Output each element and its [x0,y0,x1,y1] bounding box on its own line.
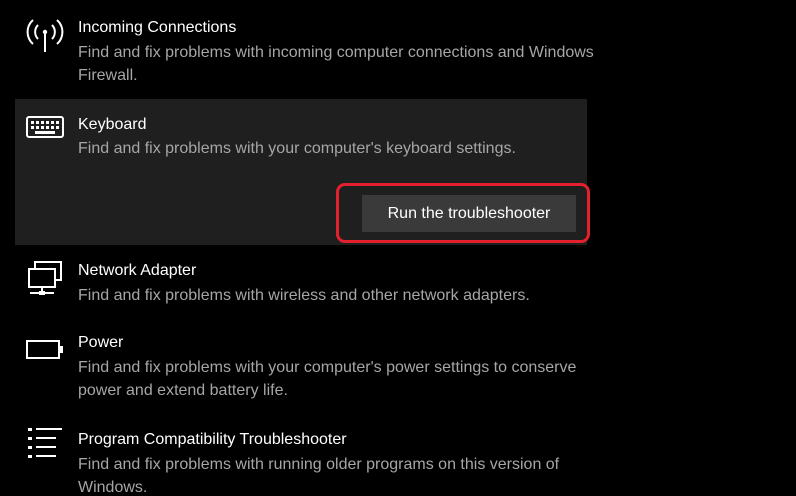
network-adapter-icon [25,260,65,300]
troubleshooter-title: Program Compatibility Troubleshooter [78,431,347,448]
troubleshooter-title: Incoming Connections [78,19,237,36]
keyboard-icon [25,116,65,156]
run-troubleshooter-button[interactable]: Run the troubleshooter [362,195,576,232]
troubleshooter-description: Find and fix problems with incoming comp… [78,44,594,84]
troubleshooter-title: Keyboard [78,116,147,133]
troubleshooter-program-compatibility[interactable]: Program Compatibility Troubleshooter Fin… [15,418,587,496]
battery-icon [25,339,65,379]
troubleshooter-description: Find and fix problems with your computer… [78,140,516,157]
list-icon [25,426,65,466]
troubleshooter-list: Incoming Connections Find and fix proble… [0,0,796,496]
troubleshooter-network-adapter[interactable]: Network Adapter Find and fix problems wi… [15,250,587,320]
troubleshooter-description: Find and fix problems with running older… [78,456,560,496]
troubleshooter-incoming-connections[interactable]: Incoming Connections Find and fix proble… [15,0,594,95]
troubleshooter-title: Network Adapter [78,262,197,279]
troubleshooter-description: Find and fix problems with wireless and … [78,287,530,304]
antenna-icon [25,16,65,56]
run-button-highlight: Run the troubleshooter [336,183,590,243]
troubleshooter-title: Power [78,334,124,351]
troubleshooter-keyboard[interactable]: Keyboard Find and fix problems with your… [15,99,590,245]
troubleshooter-description: Find and fix problems with your computer… [78,359,577,399]
troubleshooter-power[interactable]: Power Find and fix problems with your co… [15,322,587,414]
